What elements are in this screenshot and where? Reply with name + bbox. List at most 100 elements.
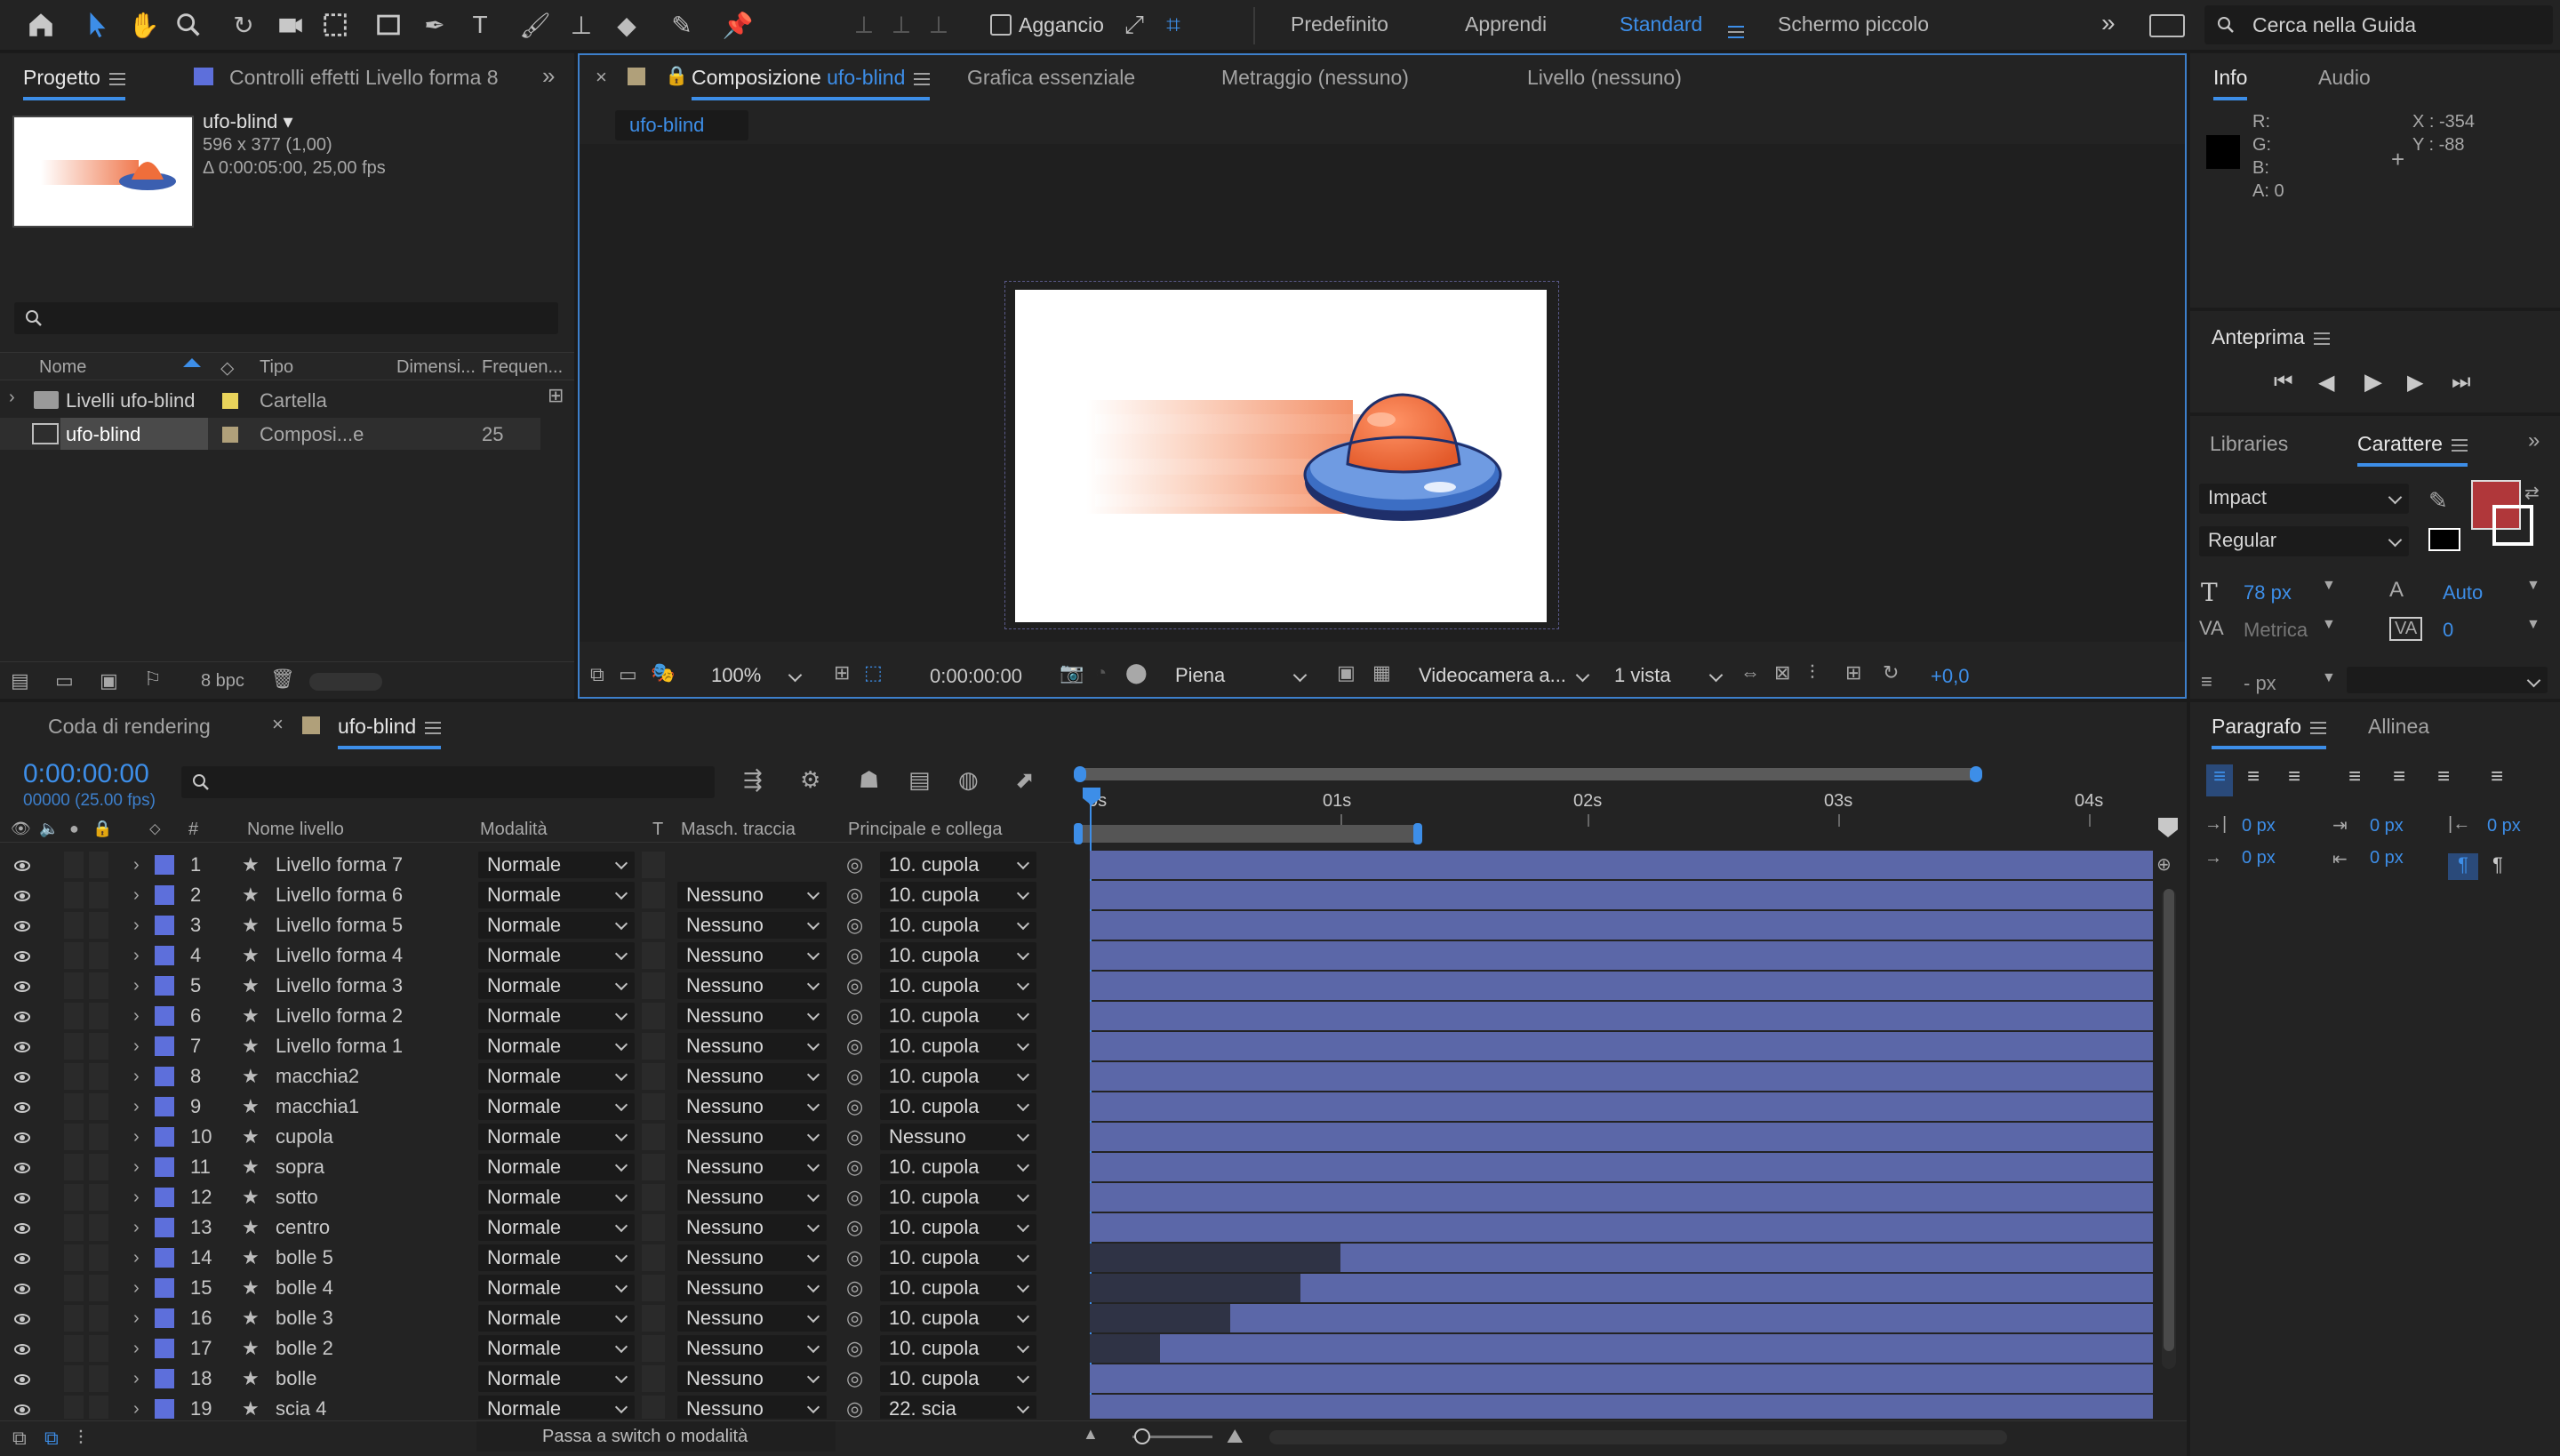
solo-switch[interactable]: [64, 942, 84, 969]
camera-tool-icon[interactable]: [271, 5, 310, 44]
indent-right-value[interactable]: 0 px: [2487, 816, 2521, 836]
visibility-eye-icon[interactable]: [14, 1001, 30, 1031]
3d-renderer-icon[interactable]: ⊠: [1774, 661, 1790, 684]
layer-duration-bar[interactable]: [1090, 1153, 2153, 1181]
blend-mode-dropdown[interactable]: Normale: [478, 1275, 635, 1301]
col-parent[interactable]: Principale e collega: [848, 820, 1002, 840]
label-color-chip[interactable]: [155, 940, 174, 971]
lock-switch[interactable]: [89, 1093, 108, 1120]
label-color-chip[interactable]: [155, 1303, 174, 1333]
parent-dropdown[interactable]: 22. scia: [880, 1396, 1036, 1419]
region-of-interest-icon[interactable]: ⬚: [864, 661, 883, 684]
parent-dropdown[interactable]: 10. cupola: [880, 882, 1036, 908]
lock-switch[interactable]: [89, 942, 108, 969]
track-matte-dropdown[interactable]: Nessuno: [677, 1154, 827, 1180]
layer-name[interactable]: Livello forma 4: [276, 940, 403, 971]
sort-ascending-icon[interactable]: [183, 358, 201, 367]
parent-dropdown[interactable]: Nessuno: [880, 1124, 1036, 1150]
comp-canvas[interactable]: [1015, 290, 1547, 622]
zoom-out-icon[interactable]: ▲: [1083, 1425, 1099, 1444]
transfer-controls-icon[interactable]: ⧉: [44, 1427, 59, 1450]
layer-row[interactable]: › 14 ★ bolle 5 Normale Nessuno ◎ 10. cupola: [0, 1243, 1086, 1273]
visibility-eye-icon[interactable]: [14, 1122, 30, 1152]
preserve-transparency-toggle[interactable]: [642, 1396, 665, 1419]
leading-value[interactable]: Auto: [2443, 581, 2483, 604]
label-color-chip[interactable]: [155, 1001, 174, 1031]
label-color-chip[interactable]: [155, 1273, 174, 1303]
solo-switch[interactable]: [64, 1275, 84, 1301]
lock-icon[interactable]: 🔒: [665, 66, 688, 87]
parent-pickwhip-icon[interactable]: ◎: [846, 1273, 863, 1303]
label-color-chip[interactable]: [155, 1182, 174, 1212]
font-style-dropdown[interactable]: Regular: [2199, 526, 2409, 556]
lock-switch[interactable]: [89, 1184, 108, 1211]
solo-switch[interactable]: [64, 852, 84, 878]
draft-3d-icon[interactable]: ⚙: [800, 766, 820, 794]
justify-left-icon[interactable]: ≡: [2348, 764, 2361, 789]
blend-mode-dropdown[interactable]: Normale: [478, 1063, 635, 1090]
layer-name[interactable]: sopra: [276, 1152, 324, 1182]
blend-mode-dropdown[interactable]: Normale: [478, 1093, 635, 1120]
tab-composition[interactable]: Composizione ufo-blind: [692, 66, 931, 100]
blend-mode-dropdown[interactable]: Normale: [478, 1033, 635, 1060]
zoom-slider-thumb[interactable]: [1134, 1428, 1150, 1444]
project-item-comp[interactable]: ufo-blind Composi...e 25: [0, 418, 540, 450]
layer-duration-bar[interactable]: [1090, 881, 2153, 909]
parent-pickwhip-icon[interactable]: ◎: [846, 971, 863, 1001]
trash-icon[interactable]: 🗑: [270, 668, 295, 691]
hand-tool-icon[interactable]: ✋: [124, 5, 164, 44]
first-frame-icon[interactable]: ⏮: [2274, 370, 2293, 395]
layer-search-input[interactable]: [181, 766, 715, 798]
layer-name[interactable]: bolle 3: [276, 1303, 333, 1333]
solo-switch[interactable]: [64, 1124, 84, 1150]
selection-tool-icon[interactable]: [78, 5, 117, 44]
toggle-pixel-aspect-icon[interactable]: ⇔: [1740, 661, 1760, 684]
track-matte-dropdown[interactable]: Nessuno: [677, 1365, 827, 1392]
preserve-transparency-toggle[interactable]: [642, 1244, 665, 1271]
pan-behind-tool-icon[interactable]: [316, 5, 355, 44]
new-composition-icon[interactable]: ▣: [100, 669, 118, 692]
axis-local-icon[interactable]: ⟂: [844, 5, 884, 44]
visibility-eye-icon[interactable]: [14, 1182, 30, 1212]
layer-name[interactable]: bolle 4: [276, 1273, 333, 1303]
expand-chevron-icon[interactable]: ›: [133, 971, 140, 1001]
solo-switch[interactable]: [64, 1154, 84, 1180]
solo-switch[interactable]: [64, 1335, 84, 1362]
expand-chevron-icon[interactable]: ›: [133, 850, 140, 880]
visibility-eye-icon[interactable]: [14, 880, 30, 910]
blend-mode-dropdown[interactable]: Normale: [478, 912, 635, 939]
timeline-vertical-scrollbar[interactable]: [2162, 889, 2176, 1369]
align-left-icon[interactable]: ≡: [2206, 764, 2233, 796]
exposure-value[interactable]: +0,0: [1931, 665, 1969, 688]
blend-mode-dropdown[interactable]: Normale: [478, 1335, 635, 1362]
col-nome[interactable]: Nome: [39, 357, 86, 378]
layer-duration-bar[interactable]: [1090, 851, 2153, 879]
project-item-folder[interactable]: › Livelli ufo-blind Cartella: [0, 384, 540, 416]
expand-chevron-icon[interactable]: ›: [133, 1212, 140, 1243]
track-matte-dropdown[interactable]: Nessuno: [677, 1093, 827, 1120]
audio-switch-icon[interactable]: 🔈: [39, 820, 59, 838]
chevron-down-icon[interactable]: ▼: [2526, 578, 2540, 594]
workspace-overflow-icon[interactable]: »: [2101, 9, 2116, 37]
stroke-width-value[interactable]: - px: [2244, 672, 2276, 695]
parent-dropdown[interactable]: 10. cupola: [880, 852, 1036, 878]
tab-info[interactable]: Info: [2213, 66, 2248, 100]
preserve-transparency-toggle[interactable]: [642, 1305, 665, 1332]
layer-row[interactable]: › 6 ★ Livello forma 2 Normale Nessuno ◎ 10. cup…: [0, 1001, 1086, 1031]
parent-pickwhip-icon[interactable]: ◎: [846, 880, 863, 910]
new-folder-icon[interactable]: ▭: [55, 669, 74, 692]
track-matte-dropdown[interactable]: Nessuno: [677, 1275, 827, 1301]
col-track-matte[interactable]: Masch. traccia: [681, 820, 796, 840]
layer-row[interactable]: › 9 ★ macchia1 Normale Nessuno ◎ 10. cupola: [0, 1092, 1086, 1122]
play-icon[interactable]: ▶: [2364, 368, 2382, 396]
comp-marker-bin-icon[interactable]: [2158, 818, 2178, 837]
preserve-transparency-toggle[interactable]: [642, 1154, 665, 1180]
tab-libraries[interactable]: Libraries: [2210, 432, 2288, 456]
layer-row[interactable]: › 12 ★ sotto Normale Nessuno ◎ 10. cupola: [0, 1182, 1086, 1212]
tab-paragraph[interactable]: Paragrafo: [2212, 715, 2327, 749]
blend-mode-dropdown[interactable]: Normale: [478, 1396, 635, 1419]
preserve-transparency-toggle[interactable]: [642, 852, 665, 878]
label-color-chip[interactable]: [155, 971, 174, 1001]
adjust-project-icon[interactable]: ⚐: [144, 668, 162, 691]
expand-chevron-icon[interactable]: ›: [133, 910, 140, 940]
